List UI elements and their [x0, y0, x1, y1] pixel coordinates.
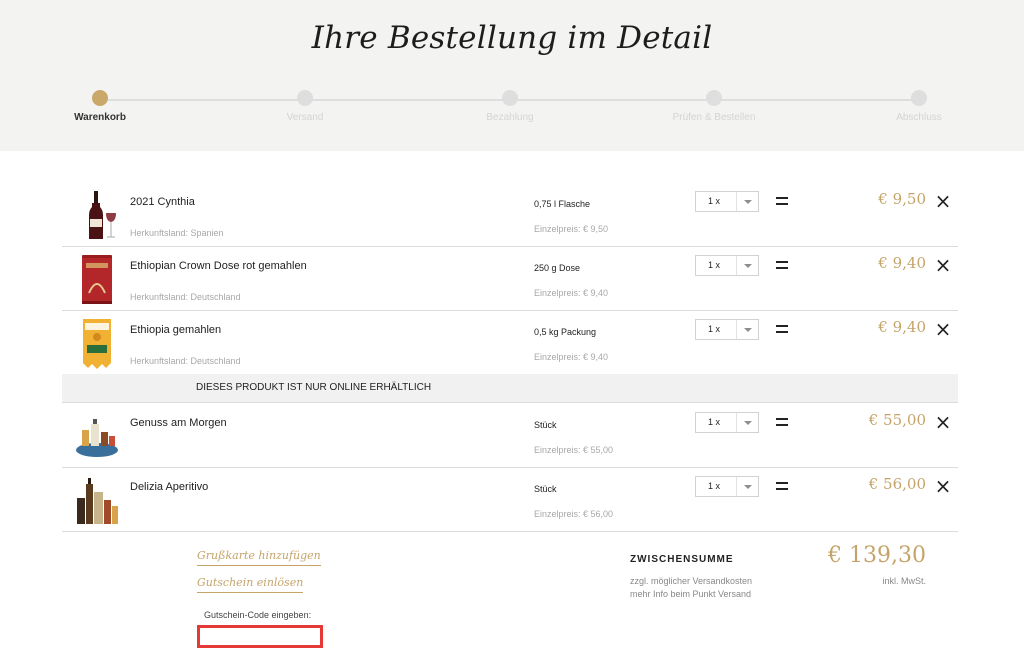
quantity-select[interactable]: 1 x	[695, 476, 759, 497]
product-image-coffee-pack	[83, 319, 111, 369]
product-name[interactable]: Ethiopia gemahlen	[130, 324, 221, 336]
step-dot	[502, 90, 518, 106]
unit-price: Einzelpreis: € 9,40	[534, 352, 609, 362]
online-only-notice: DIESES PRODUKT IST NUR ONLINE ERHÄLTLICH	[62, 374, 958, 403]
close-icon[interactable]: ×	[932, 254, 954, 276]
chevron-down-icon[interactable]	[736, 256, 758, 275]
equals-icon	[776, 197, 788, 205]
cart-item-genuss-am-morgen: Genuss am Morgen Stück Einzelpreis: € 55…	[62, 404, 958, 468]
line-total-price: € 56,00	[868, 475, 926, 493]
quantity-value: 1 x	[708, 324, 721, 334]
vat-note: inkl. MwSt.	[882, 576, 926, 586]
quantity-value: 1 x	[708, 196, 721, 206]
product-name[interactable]: Ethiopian Crown Dose rot gemahlen	[130, 260, 307, 272]
product-name[interactable]: 2021 Cynthia	[130, 196, 195, 208]
step-label: Warenkorb	[74, 112, 126, 123]
product-image-aperitivo-set	[77, 478, 118, 524]
unit-price: Einzelpreis: € 9,50	[534, 224, 609, 234]
equals-icon	[776, 325, 788, 333]
step-abschluss: Abschluss	[849, 90, 989, 123]
product-size: Stück	[534, 484, 557, 494]
chevron-down-icon[interactable]	[736, 413, 758, 432]
quantity-select[interactable]: 1 x	[695, 191, 759, 212]
subtotal-value: € 139,30	[828, 543, 926, 568]
coupon-code-label: Gutschein-Code eingeben:	[204, 610, 312, 620]
close-icon[interactable]: ×	[932, 475, 954, 497]
cart-item-cynthia: 2021 Cynthia Herkunftsland: Spanien 0,75…	[62, 183, 958, 247]
step-label: Bezahlung	[486, 112, 534, 123]
product-origin: Herkunftsland: Deutschland	[130, 356, 241, 366]
redeem-voucher-link[interactable]: Gutschein einlösen	[197, 576, 304, 593]
product-origin: Herkunftsland: Deutschland	[130, 292, 241, 302]
unit-price: Einzelpreis: € 9,40	[534, 288, 609, 298]
product-image-coffee-tin	[82, 255, 112, 304]
equals-icon	[776, 482, 788, 490]
product-size: 250 g Dose	[534, 263, 581, 273]
line-total-price: € 9,40	[878, 318, 926, 336]
line-total-price: € 9,50	[878, 190, 926, 208]
product-image-gift-tray	[76, 419, 118, 457]
step-dot	[706, 90, 722, 106]
subtotal-label: ZWISCHENSUMME	[630, 554, 734, 565]
add-greeting-card-link[interactable]: Grußkarte hinzufügen	[197, 549, 321, 566]
close-icon[interactable]: ×	[932, 411, 954, 433]
shipping-info-note: mehr Info beim Punkt Versand	[630, 589, 752, 599]
step-dot	[297, 90, 313, 106]
product-name[interactable]: Genuss am Morgen	[130, 417, 227, 429]
close-icon[interactable]: ×	[932, 318, 954, 340]
cart-item-ethiopian-crown: Ethiopian Crown Dose rot gemahlen Herkun…	[62, 247, 958, 311]
close-icon[interactable]: ×	[932, 190, 954, 212]
step-versand: Versand	[235, 90, 375, 123]
cart-item-delizia-aperitivo: Delizia Aperitivo Stück Einzelpreis: € 5…	[62, 468, 958, 532]
page-title: Ihre Bestellung im Detail	[311, 20, 713, 56]
quantity-value: 1 x	[708, 260, 721, 270]
quantity-select[interactable]: 1 x	[695, 319, 759, 340]
unit-price: Einzelpreis: € 55,00	[534, 445, 614, 455]
step-warenkorb[interactable]: Warenkorb	[30, 90, 170, 123]
chevron-down-icon[interactable]	[736, 192, 758, 211]
line-total-price: € 9,40	[878, 254, 926, 272]
quantity-select[interactable]: 1 x	[695, 412, 759, 433]
step-label: Prüfen & Bestellen	[672, 112, 756, 123]
product-image-wine	[89, 191, 116, 239]
chevron-down-icon[interactable]	[736, 477, 758, 496]
quantity-value: 1 x	[708, 481, 721, 491]
shipping-note: zzgl. möglicher Versandkosten	[630, 576, 753, 586]
product-size: 0,75 l Flasche	[534, 199, 591, 209]
line-total-price: € 55,00	[868, 411, 926, 429]
step-dot	[92, 90, 108, 106]
step-label: Versand	[286, 112, 324, 123]
cart-item-ethiopia: Ethiopia gemahlen Herkunftsland: Deutsch…	[62, 311, 958, 375]
quantity-value: 1 x	[708, 417, 721, 427]
step-dot	[911, 90, 927, 106]
page-header: Ihre Bestellung im Detail Warenkorb Vers…	[0, 0, 1024, 151]
product-name[interactable]: Delizia Aperitivo	[130, 481, 208, 493]
step-label: Abschluss	[896, 112, 942, 123]
online-only-text: DIESES PRODUKT IST NUR ONLINE ERHÄLTLICH	[196, 382, 432, 393]
step-bezahlung: Bezahlung	[440, 90, 580, 123]
quantity-select[interactable]: 1 x	[695, 255, 759, 276]
equals-icon	[776, 261, 788, 269]
chevron-down-icon[interactable]	[736, 320, 758, 339]
equals-icon	[776, 418, 788, 426]
cart-bottom-divider	[62, 531, 958, 532]
step-pruefen-bestellen: Prüfen & Bestellen	[644, 90, 784, 123]
unit-price: Einzelpreis: € 56,00	[534, 509, 614, 519]
product-size: Stück	[534, 420, 557, 430]
product-size: 0,5 kg Packung	[534, 327, 597, 337]
coupon-code-input[interactable]	[197, 625, 323, 648]
product-origin: Herkunftsland: Spanien	[130, 228, 224, 238]
